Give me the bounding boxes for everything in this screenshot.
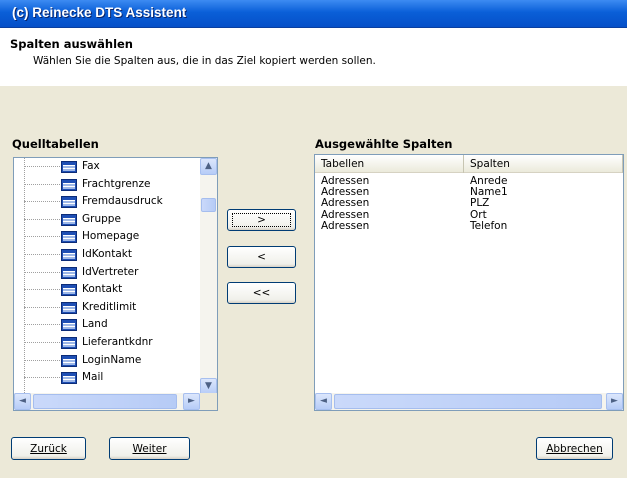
selected-columns-list[interactable]: Tabellen Spalten Adressen Anrede Adressen N… [314,154,624,411]
row-column-cell: Telefon [470,219,508,232]
source-column-label: IdKontakt [82,248,132,260]
tree-connector-line [24,289,64,291]
scroll-corner [200,393,217,410]
tree-connector-line [24,342,64,343]
next-label: Weiter [132,443,167,455]
source-column-item[interactable]: Fremdausdruck [14,193,204,211]
table-icon [61,161,77,173]
tree-connector-line [24,201,64,203]
cancel-label: Abbrechen [546,443,603,455]
source-column-label: Land [82,318,108,331]
selected-hscroll-thumb[interactable] [334,394,602,409]
table-icon [61,319,77,332]
tree-connector-line [24,324,64,326]
tree-connector-line [24,166,64,167]
tree-connector-line [24,254,64,255]
table-icon [61,196,77,209]
source-column-label: Mail [82,371,104,384]
list-header: Tabellen Spalten [315,155,623,173]
remove-all-columns-button[interactable]: << [227,282,296,304]
add-column-button[interactable]: > [227,209,296,231]
source-column-item[interactable]: Mail [14,369,204,387]
source-vertical-scrollbar[interactable]: ▲ ▼ [200,158,217,395]
column-header-columns[interactable]: Spalten [464,155,623,173]
source-column-item[interactable]: Fax [14,158,204,176]
row-table-cell: Adressen [321,197,370,210]
source-horizontal-scrollbar[interactable]: ◄ ► [14,393,200,410]
row-column-cell: Anrede [470,175,508,187]
tree-connector-line [24,359,64,361]
scroll-left-icon[interactable]: ◄ [315,393,332,410]
source-tables-label: Quelltabellen [12,137,99,151]
source-column-label: Homepage [82,230,140,243]
page-subtitle: Wählen Sie die Spalten aus, die in das Z… [33,55,376,67]
table-icon [61,213,77,226]
source-column-item[interactable]: Kontakt [14,281,204,299]
tree-connector-line [24,183,64,185]
table-icon [61,266,77,279]
back-label: Zurück [30,443,67,455]
selected-columns-label: Ausgewählte Spalten [315,137,453,151]
source-column-item[interactable]: Gruppe [14,211,204,229]
source-column-label: Frachtgrenze [82,177,151,190]
next-button[interactable]: Weiter [109,437,190,460]
source-column-label: Fremdausdruck [82,195,163,208]
source-column-label: Fax [82,160,100,172]
row-column-cell: Ort [470,208,487,221]
remove-all-label: << [252,287,271,299]
source-scroll-thumb[interactable] [201,198,216,212]
tree-connector-line [24,271,64,273]
back-button[interactable]: Zurück [11,437,86,460]
title-bar[interactable]: (c) Reinecke DTS Assistent [0,0,627,28]
source-hscroll-thumb[interactable] [33,394,177,409]
table-icon [61,284,77,297]
source-column-item[interactable]: Homepage [14,228,204,246]
window-title: (c) Reinecke DTS Assistent [12,5,187,20]
cancel-button[interactable]: Abbrechen [536,437,613,460]
tree-connector-line [24,218,64,220]
source-column-label: LoginName [82,353,142,366]
add-column-label: > [257,214,266,226]
row-column-cell: Name1 [470,186,508,199]
table-icon [61,372,77,385]
tree-connector-line [24,306,64,308]
table-icon [61,354,77,367]
page-title: Spalten auswählen [10,37,133,51]
row-table-cell: Adressen [321,208,370,221]
table-icon [61,249,77,261]
source-column-item[interactable]: IdKontakt [14,246,204,264]
table-icon [61,301,77,314]
list-row[interactable]: Adressen Telefon [315,220,623,234]
source-column-label: IdVertreter [82,265,139,278]
row-table-cell: Adressen [321,186,370,199]
selected-horizontal-scrollbar[interactable]: ◄ ► [315,393,623,410]
tree-connector-line [24,236,64,238]
remove-column-button[interactable]: < [227,246,296,268]
table-icon [61,231,77,244]
remove-column-label: < [257,251,266,263]
scroll-right-icon[interactable]: ► [183,393,200,410]
row-table-cell: Adressen [321,219,370,232]
source-column-item[interactable]: Lieferantkdnr [14,334,204,352]
table-icon [61,178,77,191]
source-column-label: Kreditlimit [82,300,137,313]
source-column-label: Kontakt [82,283,123,296]
wizard-header: Spalten auswählen Wählen Sie die Spalten… [0,28,627,86]
source-column-item[interactable]: LoginName [14,352,204,370]
scroll-right-icon[interactable]: ► [606,393,623,410]
tree-connector-line [24,377,64,379]
table-icon [61,337,77,349]
source-column-label: Gruppe [82,212,121,225]
source-column-label: Lieferantkdnr [82,336,153,348]
column-header-tables[interactable]: Tabellen [315,155,464,173]
source-column-item[interactable]: Kreditlimit [14,299,204,317]
source-column-item[interactable]: Land [14,316,204,334]
row-table-cell: Adressen [321,175,370,187]
scroll-left-icon[interactable]: ◄ [14,393,31,410]
source-column-item[interactable]: Frachtgrenze [14,176,204,194]
source-tree[interactable]: Fax Frachtgrenze Fremdausdruck Gruppe Homepa… [13,157,218,411]
scroll-up-icon[interactable]: ▲ [200,158,217,175]
row-column-cell: PLZ [470,197,490,210]
source-column-item[interactable]: IdVertreter [14,264,204,282]
